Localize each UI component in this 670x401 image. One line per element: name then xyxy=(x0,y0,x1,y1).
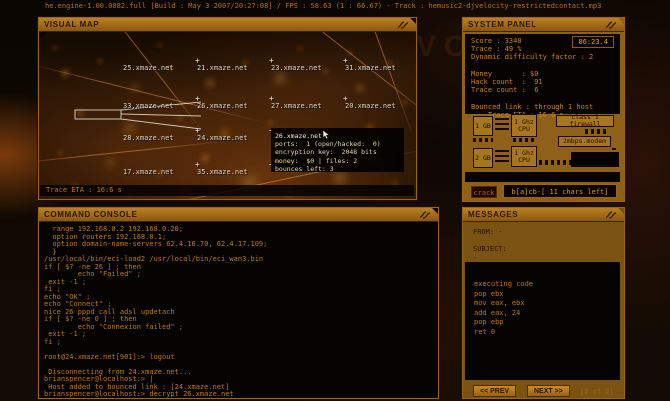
command-console-header[interactable]: COMMAND CONSOLE xyxy=(39,208,438,222)
visual-map-panel: VISUAL MAP 25.xmaze.net +21.xmaze.net +23.… xyxy=(38,17,417,200)
ram-module-1[interactable]: 1 GB xyxy=(473,116,493,136)
cpu-module-1[interactable]: 1 Ghz CPU xyxy=(511,114,537,137)
bus-stub xyxy=(473,138,493,142)
mouse-cursor-icon xyxy=(322,129,330,140)
city-lights xyxy=(39,32,41,34)
command-console-panel: COMMAND CONSOLE range 192.168.0.2 192.16… xyxy=(38,207,439,399)
message-content: executing code pop ebx mov eax, ebx add … xyxy=(465,262,620,380)
bus-lines xyxy=(495,150,509,165)
panel-corner-icon[interactable] xyxy=(605,20,617,29)
messages-panel: MESSAGES FROM: - SUBJECT: - executing co… xyxy=(462,207,625,399)
system-panel-header[interactable]: SYSTEM PANEL xyxy=(463,18,624,32)
ram-module-2[interactable]: 2 GB xyxy=(473,148,493,168)
title-bar: he.engine-1.00.0082.full [Build : May 3 … xyxy=(0,0,670,12)
console-terminal[interactable]: range 192.168.0.2 192.168.0.20; option r… xyxy=(39,222,438,398)
map-node[interactable]: 26.xmaze.net xyxy=(197,102,248,110)
map-node[interactable]: 21.xmaze.net xyxy=(197,64,248,72)
map-node[interactable]: 31.xmaze.net xyxy=(345,64,396,72)
hardware-slot-empty xyxy=(571,152,619,167)
map-node[interactable]: 23.xmaze.net xyxy=(271,64,322,72)
console-output: range 192.168.0.2 192.168.0.20; option r… xyxy=(44,225,268,398)
map-node[interactable]: 35.xmaze.net xyxy=(197,168,248,176)
visual-map-title: VISUAL MAP xyxy=(44,20,100,29)
system-panel-body: Score : 3340 Trace : 49 % Dynamic diffic… xyxy=(463,32,624,201)
command-console-title: COMMAND CONSOLE xyxy=(44,210,138,219)
progress-bar xyxy=(465,172,620,182)
tooltip-hostname: 26.xmaze.net xyxy=(275,132,322,140)
message-page-indicator: [2 of 2] xyxy=(580,388,614,396)
map-node[interactable]: 33.xmaze.net xyxy=(123,102,174,110)
message-subject-label: SUBJECT: xyxy=(473,245,507,253)
map-node[interactable]: 17.xmaze.net xyxy=(123,168,174,176)
crack-password-field[interactable]: b[a]cb-[ 11 chars left] xyxy=(503,184,617,198)
next-message-button[interactable]: NEXT >> xyxy=(527,385,570,397)
firewall-pins xyxy=(585,129,609,134)
message-subject-value: - xyxy=(473,254,478,262)
messages-body: FROM: - SUBJECT: - executing code pop eb… xyxy=(463,222,624,398)
bus-stub xyxy=(513,138,535,142)
tooltip-details: ports: 1 (open/hacked: 0) encryption key… xyxy=(275,140,381,173)
visual-map-header[interactable]: VISUAL MAP xyxy=(39,18,416,32)
system-stats: Score : 3340 Trace : 49 % Dynamic diffic… xyxy=(465,34,620,119)
map-node[interactable]: 24.xmaze.net xyxy=(197,134,248,142)
map-node[interactable]: 25.xmaze.net xyxy=(123,64,174,72)
mission-timer: 06:23.4 xyxy=(572,36,614,48)
engine-status-text: he.engine-1.00.0082.full [Build : May 3 … xyxy=(45,2,602,10)
map-node[interactable]: 20.xmaze.net xyxy=(345,102,396,110)
message-content-text: executing code pop ebx mov eax, ebx add … xyxy=(474,280,534,336)
system-panel-title: SYSTEM PANEL xyxy=(468,20,537,29)
crack-button[interactable]: crack xyxy=(471,186,497,198)
trace-eta-bar: Trace ETA : 16:6 s xyxy=(40,185,414,196)
panel-corner-icon[interactable] xyxy=(419,210,431,219)
panel-corner-icon[interactable] xyxy=(605,210,617,219)
panel-corner-icon[interactable] xyxy=(397,20,409,29)
connector-trace xyxy=(539,160,571,165)
message-from: FROM: - xyxy=(473,228,503,236)
network-map[interactable]: 25.xmaze.net +21.xmaze.net +23.xmaze.net +3… xyxy=(39,32,416,199)
map-node[interactable]: 27.xmaze.net xyxy=(271,102,322,110)
prev-message-button[interactable]: << PREV xyxy=(473,385,517,397)
cpu-module-2[interactable]: 1 Ghz CPU xyxy=(511,146,537,167)
system-panel: SYSTEM PANEL Score : 3340 Trace : 49 % D… xyxy=(462,17,625,202)
map-node[interactable]: 28.xmaze.net xyxy=(123,134,174,142)
firewall-module[interactable]: class 1 firewall xyxy=(556,114,614,128)
modem-module[interactable]: 2mbps.modem xyxy=(558,136,611,147)
bus-lines xyxy=(495,118,509,133)
messages-title: MESSAGES xyxy=(468,210,519,219)
host-tooltip: 26.xmaze.net ports: 1 (open/hacked: 0) e… xyxy=(271,128,404,173)
message-meta: FROM: - SUBJECT: - xyxy=(465,224,620,262)
messages-header[interactable]: MESSAGES xyxy=(463,208,624,222)
